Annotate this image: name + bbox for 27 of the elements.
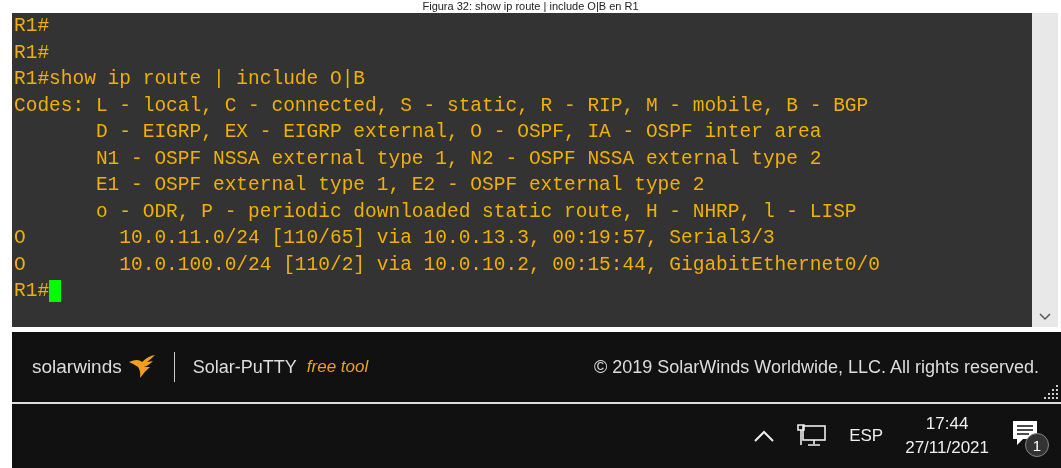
terminal-line: R1#show ip route | include O|B <box>14 67 366 92</box>
product-name: Solar-PuTTY <box>192 356 297 378</box>
terminal-line: Codes: L - local, C - connected, S - static, R - RIP, M - mobile, B - BGP <box>14 93 869 119</box>
language-indicator[interactable]: ESP <box>849 426 884 446</box>
copyright-text: © 2019 SolarWinds Worldwide, LLC. All rights reserved. <box>593 356 1039 378</box>
terminal-line: E1 - OSPF external type 1, E2 - OSPF external type 2 <box>94 173 705 198</box>
chevron-up-icon[interactable] <box>753 429 776 443</box>
scroll-down-icon[interactable] <box>1039 313 1051 321</box>
terminal-line: D - EIGRP, EX - EIGRP external, O - OSPF, IA - OSPF inter area <box>94 120 822 145</box>
flame-logo-icon <box>127 354 156 380</box>
text-cursor <box>49 280 62 303</box>
scrollbar[interactable] <box>1032 13 1058 327</box>
product-tag: free tool <box>306 357 369 377</box>
network-monitor-icon[interactable] <box>797 424 828 448</box>
resize-grip-icon[interactable] <box>1043 384 1059 400</box>
terminal-prompt: R1# <box>14 279 50 304</box>
terminal-line: o - ODR, P - periodic downloaded static route, H - NHRP, l - LISP <box>94 199 857 225</box>
brand-logo-text: solarwinds <box>32 356 122 378</box>
notification-count-badge: 1 <box>1025 433 1049 457</box>
terminal-line: N1 - OSPF NSSA external type 1, N2 - OSPF NSSA external type 2 <box>94 146 822 172</box>
clock-time[interactable]: 17:44 <box>925 414 969 434</box>
terminal-line: O 10.0.100.0/24 [110/2] via 10.0.10.2, 00:15:44, GigabitEthernet0/0 <box>14 252 880 278</box>
terminal-line: R1# <box>14 40 50 66</box>
terminal-line: O 10.0.11.0/24 [110/65] via 10.0.13.3, 00:19:57, Serial3/3 <box>14 226 775 251</box>
clock-date[interactable]: 27/11/2021 <box>905 438 989 458</box>
figure-caption: Figura 32: show ip route | include O|B en R1 <box>421 0 640 13</box>
terminal-line: R1# <box>14 14 50 39</box>
